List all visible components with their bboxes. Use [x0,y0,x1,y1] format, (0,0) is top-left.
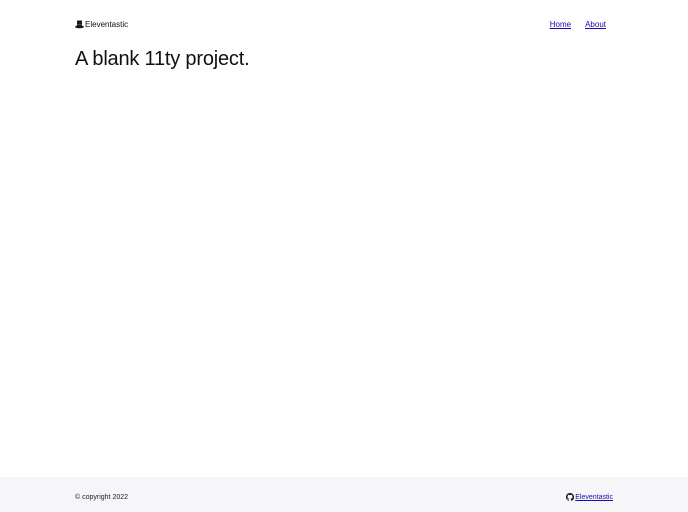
brand-label: Eleventastic [85,19,129,29]
main-content: A blank 11ty project. [75,46,250,72]
footer-inner: © copyright 2022 Eleventastic [75,491,613,503]
top-hat-icon [75,20,84,29]
copyright-text: © copyright 2022 [75,493,129,501]
page-title: A blank 11ty project. [75,48,250,70]
github-repo-label: Eleventastic [575,493,613,501]
page: Eleventastic Home About A blank 11ty pro… [0,0,688,512]
github-repo-link[interactable]: Eleventastic [566,493,613,501]
github-icon [566,493,575,501]
brand-link[interactable]: Eleventastic [75,20,128,29]
site-footer: © copyright 2022 Eleventastic [0,477,688,512]
site-header: Eleventastic Home About [75,17,606,31]
nav-home-link[interactable]: Home [550,20,571,29]
nav-about-link[interactable]: About [585,20,606,29]
main-nav: Home About [550,20,606,29]
